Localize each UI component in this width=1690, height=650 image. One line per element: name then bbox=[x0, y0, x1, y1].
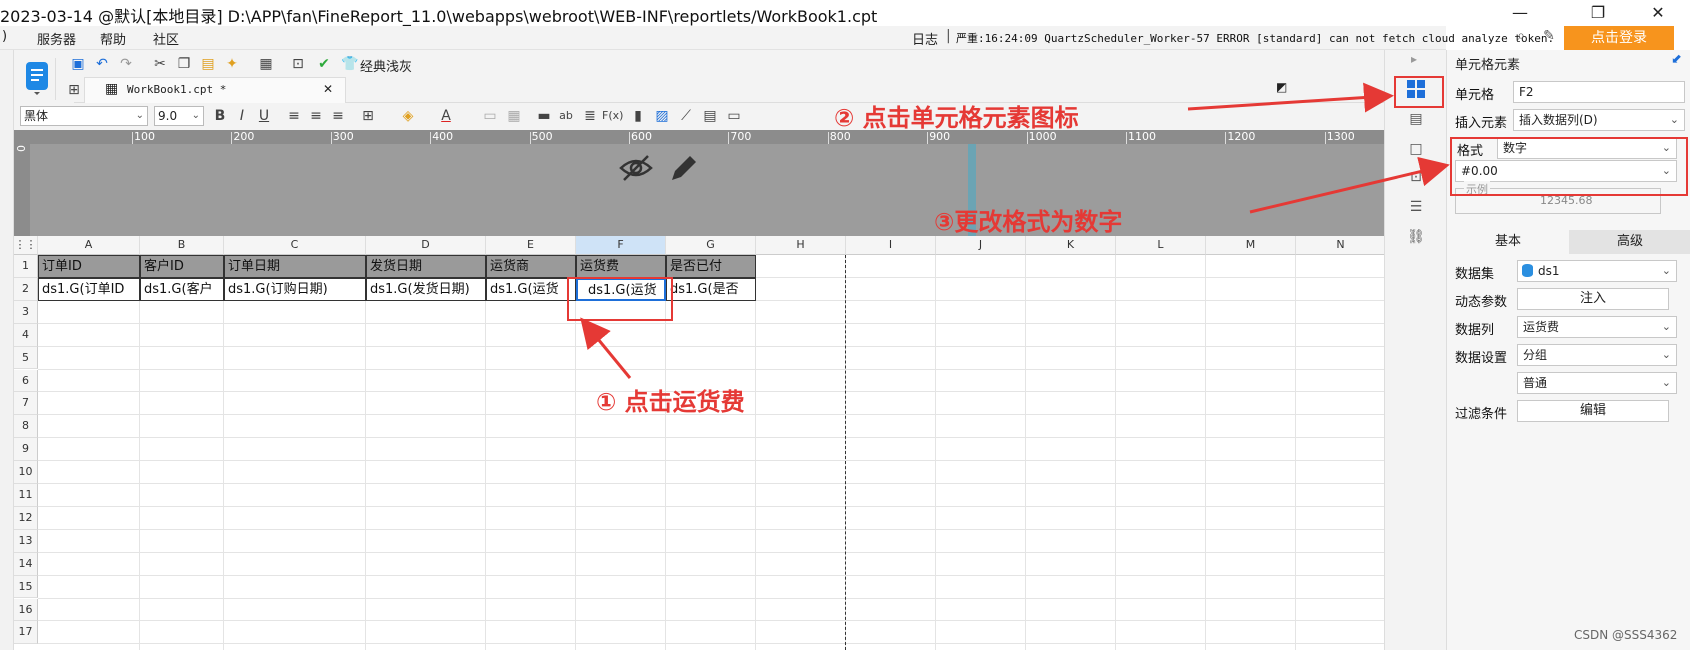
watermark: CSDN @SSS4362 bbox=[1574, 628, 1678, 642]
arrow-step2 bbox=[1187, 82, 1394, 113]
arrow-step1 bbox=[580, 317, 632, 379]
arrow-step3 bbox=[1249, 156, 1450, 214]
annotation-arrows bbox=[580, 82, 1450, 379]
